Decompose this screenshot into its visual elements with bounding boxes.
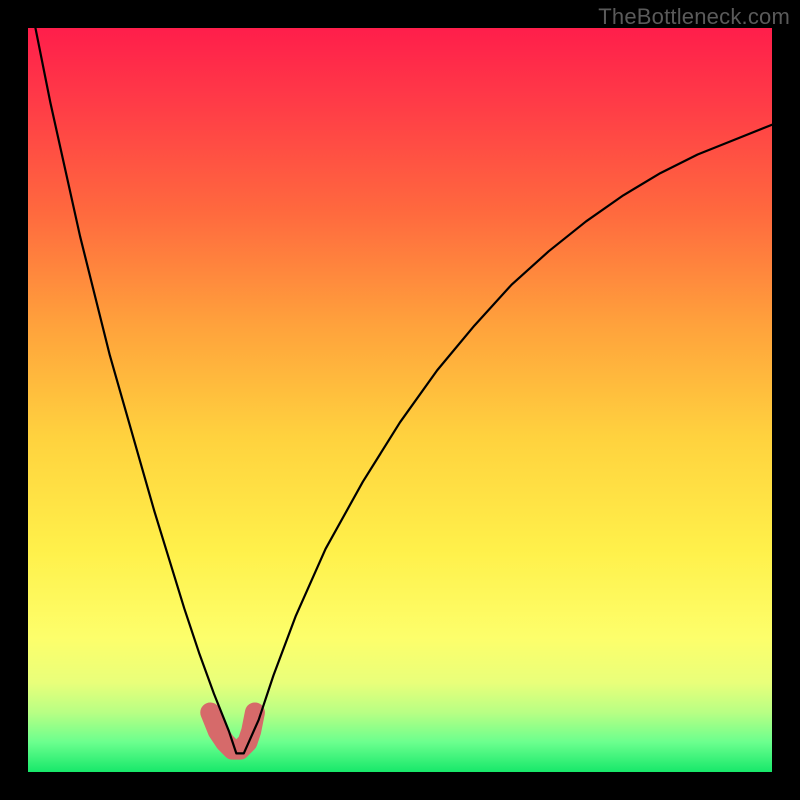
plot-area: [28, 28, 772, 772]
watermark-text: TheBottleneck.com: [598, 4, 790, 30]
curve-layer: [28, 28, 772, 772]
chart-frame: TheBottleneck.com: [0, 0, 800, 800]
bottleneck-curve-path: [35, 28, 772, 753]
